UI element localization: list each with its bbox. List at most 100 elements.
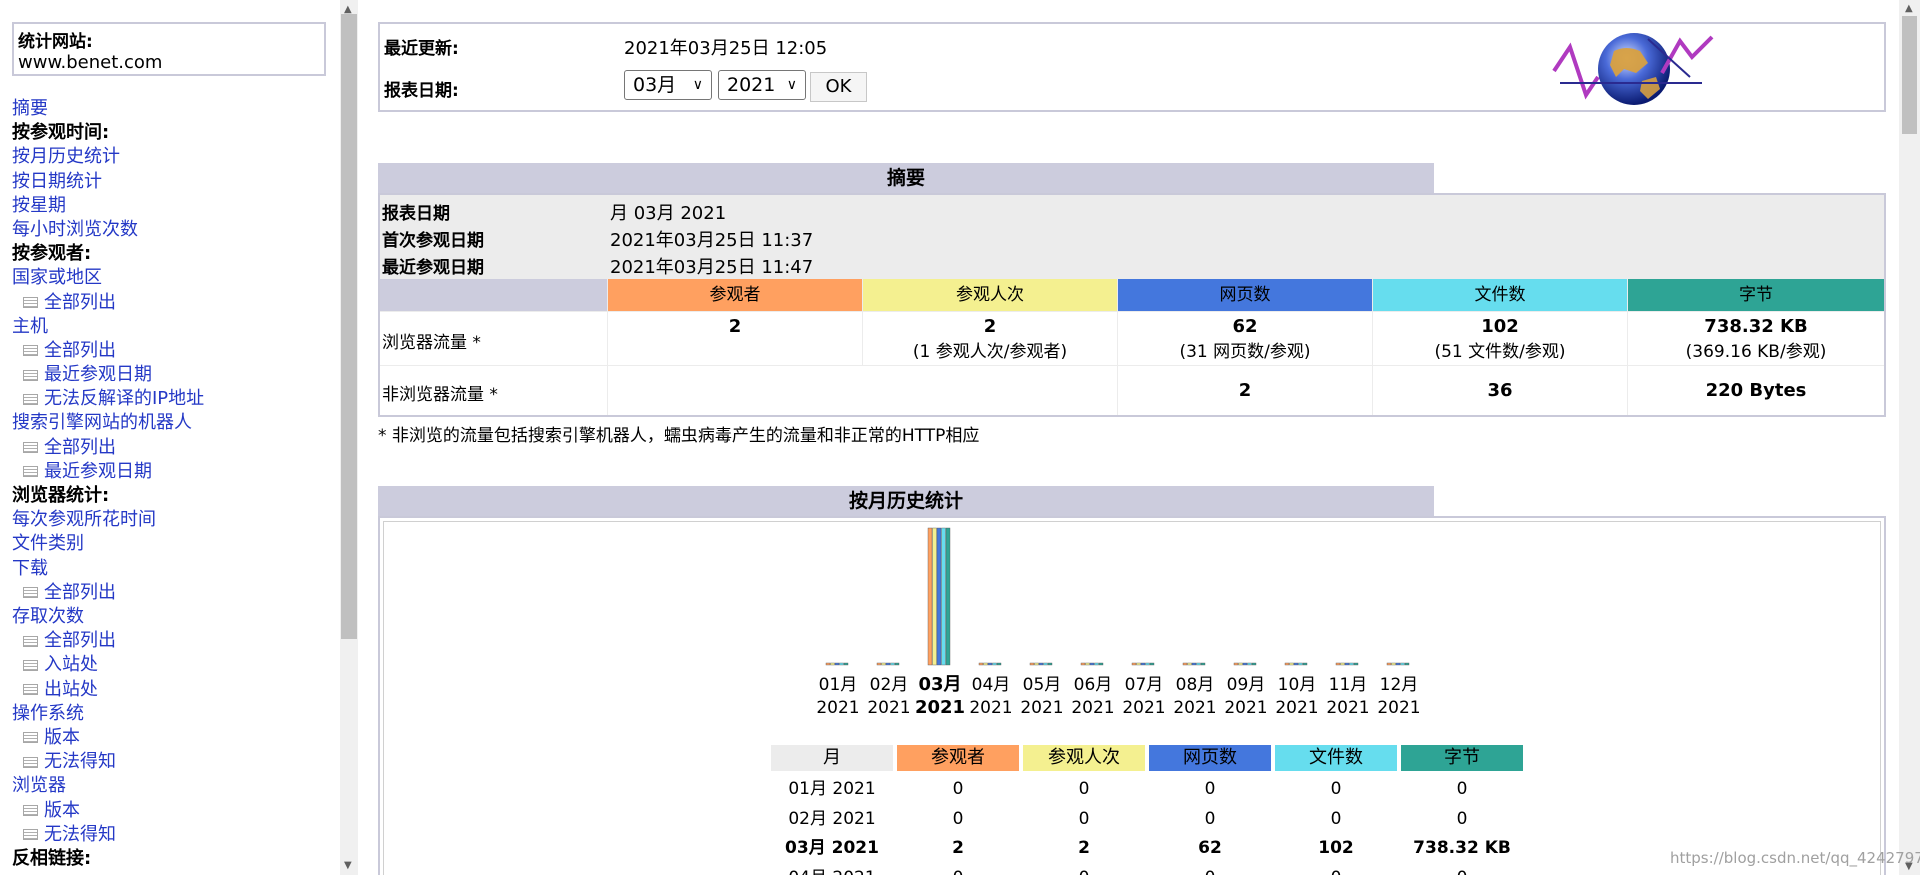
year-select[interactable]: 2021 ∨	[718, 70, 806, 100]
sidebar-link[interactable]: 每次参观所花时间	[12, 508, 332, 532]
month-select[interactable]: 03月 ∨	[624, 70, 712, 100]
nonbrowser-pages: 2	[1238, 380, 1252, 401]
scroll-thumb[interactable]	[341, 14, 357, 639]
scroll-down-arrow-icon[interactable]: ▼	[344, 860, 352, 871]
sidebar-section-header: 按参观者:	[12, 242, 332, 266]
x-tick-year-label: 2021	[1020, 698, 1063, 718]
table-cell: 62	[1198, 838, 1222, 858]
list-icon	[23, 684, 38, 696]
bar-bytes	[1200, 662, 1206, 666]
sidebar-link[interactable]: 国家或地区	[12, 266, 332, 290]
nonbrowser-pages-cell: 2	[1118, 366, 1372, 415]
x-tick-year-label: 2021	[1122, 698, 1165, 718]
left-scrollbar[interactable]: ▲ ▼	[340, 0, 358, 875]
sidebar-link[interactable]: 最近参观日期	[12, 363, 332, 387]
browser-visits-ratio: (1 参观人次/参观者)	[912, 342, 1068, 362]
browser-pages-cell: 62 (31 网页数/参观)	[1118, 312, 1372, 365]
sidebar-item-label: 按星期	[12, 194, 66, 216]
sidebar-item-label: 无法得知	[44, 751, 116, 773]
ok-button[interactable]: OK	[810, 72, 867, 102]
bar-pages	[1089, 662, 1095, 666]
sidebar-link[interactable]: 全部列出	[12, 339, 332, 363]
bar-pages	[1242, 662, 1248, 666]
sidebar-item-label: 最近参观日期	[44, 460, 152, 482]
col-hits: 文件数	[1373, 279, 1627, 311]
sidebar-link[interactable]: 无法反解译的IP地址	[12, 387, 332, 411]
sidebar-link[interactable]: 主机	[12, 315, 332, 339]
sidebar-item-label: 版本	[44, 726, 80, 748]
list-icon	[23, 756, 38, 768]
sidebar-link[interactable]: 出站处	[12, 678, 332, 702]
sidebar-link[interactable]: 浏览器	[12, 774, 332, 798]
sidebar-link[interactable]: 全部列出	[12, 629, 332, 653]
table-cell: 0	[1456, 808, 1468, 829]
sidebar-item-label: 操作系统	[12, 702, 84, 724]
sidebar-item-label: 反相链接:	[12, 847, 92, 869]
sidebar-link[interactable]: 全部列出	[12, 291, 332, 315]
sidebar-link[interactable]: 入站处	[12, 653, 332, 677]
sidebar-link[interactable]: 全部列出	[12, 581, 332, 605]
browser-visits-cell: 2 (1 参观人次/参观者)	[863, 312, 1117, 365]
summary-row-value: 月 03月 2021	[610, 203, 727, 224]
site-label: 统计网站:	[18, 32, 93, 52]
list-icon	[23, 635, 38, 647]
sidebar-link[interactable]: 下载	[12, 557, 332, 581]
sidebar-link[interactable]: 操作系统	[12, 702, 332, 726]
table-cell: 0	[952, 808, 964, 829]
sidebar-item-label: 浏览器	[12, 775, 66, 797]
sidebar-link[interactable]: 每小时浏览次数	[12, 218, 332, 242]
sidebar-link[interactable]: 版本	[12, 798, 332, 822]
x-tick-month-label: 07月	[1125, 675, 1164, 695]
bar-visitors	[876, 662, 882, 666]
summary-col-blank	[380, 279, 607, 311]
bar-bytes	[1047, 662, 1053, 666]
sidebar-section-header: 按参观时间:	[12, 121, 332, 145]
monthly-col-month: 月	[771, 745, 893, 771]
scroll-up-arrow-icon[interactable]: ▲	[1905, 3, 1913, 14]
bar-bytes	[996, 662, 1002, 666]
nonbrowser-bytes: 220 Bytes	[1705, 380, 1807, 401]
bar-bytes	[1251, 662, 1257, 666]
sidebar-link[interactable]: 按月历史统计	[12, 145, 332, 169]
awstats-globe-logo	[1552, 33, 1714, 105]
csdn-watermark: https://blog.csdn.net/qq_42427971	[1670, 849, 1920, 867]
nonbrowser-bytes-cell: 220 Bytes	[1628, 366, 1884, 415]
sidebar-link[interactable]: 文件类别	[12, 532, 332, 556]
col-visits: 参观人次	[863, 279, 1117, 311]
x-tick-month-label: 08月	[1176, 675, 1215, 695]
x-tick-month-label: 09月	[1227, 675, 1266, 695]
bar-visitors	[1080, 662, 1086, 666]
bar-visits	[881, 662, 886, 666]
sidebar-link[interactable]: 存取次数	[12, 605, 332, 629]
bar-bytes	[1353, 662, 1359, 666]
bar-visitors	[1386, 662, 1392, 666]
sidebar-item-label: 全部列出	[44, 436, 116, 458]
bar-pages	[1191, 662, 1197, 666]
sidebar-link[interactable]: 最近参观日期	[12, 460, 332, 484]
sidebar-nav: 摘要 按参观时间: 按月历史统计 按日期统计 按星期 每小时浏览次数 按参观者: 国家或地区全…	[12, 97, 332, 871]
summary-section-header: 摘要	[378, 163, 1434, 193]
sidebar-item-label: 按参观时间:	[12, 122, 110, 144]
summary-row-label: 首次参观日期	[382, 231, 484, 251]
scroll-thumb[interactable]	[1902, 16, 1917, 134]
right-scrollbar[interactable]: ▲ ▼	[1899, 0, 1920, 875]
sidebar-link[interactable]: 无法得知	[12, 823, 332, 847]
sidebar-item-label: 摘要	[12, 98, 48, 119]
sidebar-link[interactable]: 版本	[12, 726, 332, 750]
table-cell: 738.32 KB	[1413, 838, 1511, 858]
sidebar-item-label: 出站处	[44, 678, 98, 700]
bar-visitors	[1335, 662, 1341, 666]
bar-hits	[1400, 662, 1405, 666]
sidebar-link[interactable]: 按日期统计	[12, 170, 332, 194]
sidebar-link[interactable]: 全部列出	[12, 436, 332, 460]
traffic-footnote: * 非浏览的流量包括搜索引擎机器人，蠕虫病毒产生的流量和非正常的HTTP相应	[378, 426, 980, 446]
sidebar-link[interactable]: 无法得知	[12, 750, 332, 774]
bar-pages	[885, 662, 891, 666]
bar-visitors	[1029, 662, 1035, 666]
x-tick-year-label: 2021	[1275, 698, 1318, 718]
col-visitors: 参观者	[608, 279, 862, 311]
sidebar-link[interactable]: 摘要	[12, 97, 332, 121]
sidebar-link[interactable]: 搜索引擎网站的机器人	[12, 411, 332, 435]
sidebar-link[interactable]: 按星期	[12, 194, 332, 218]
summary-row-value: 2021年03月25日 11:37	[610, 230, 814, 251]
